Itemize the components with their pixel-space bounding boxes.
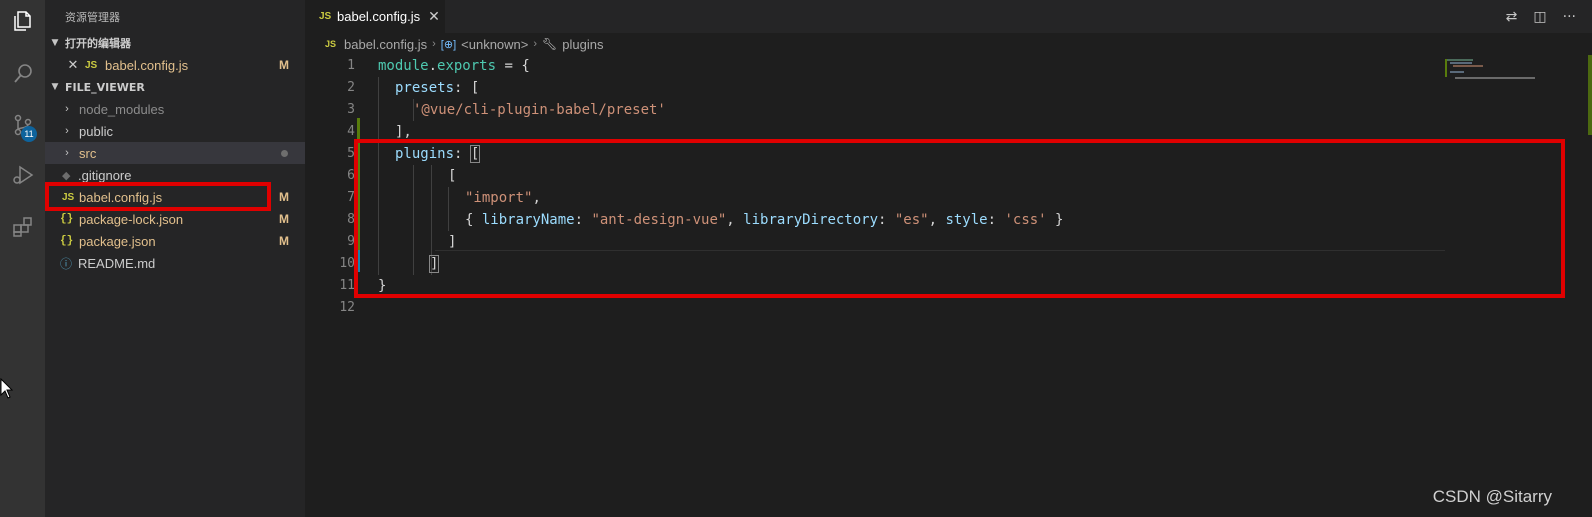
minimap-line <box>1453 65 1483 67</box>
line-number: 11 <box>339 278 355 293</box>
token: module <box>378 58 429 74</box>
token: exports <box>437 58 497 74</box>
explorer-sidebar: 资源管理器 ▼ 打开的编辑器 ✕ JS babel.config.js M ▼ … <box>45 0 305 517</box>
watermark: CSDN @Sitarry <box>1432 487 1552 506</box>
line-number: 12 <box>339 300 355 315</box>
tab-babel-config[interactable]: JS babel.config.js ✕ <box>305 0 445 33</box>
code-line-3: '@vue/cli-plugin-babel/preset' <box>413 99 666 121</box>
open-editors-header[interactable]: ▼ 打开的编辑器 <box>45 32 305 54</box>
overview-ruler <box>1588 55 1592 135</box>
explorer-icon[interactable] <box>0 2 45 40</box>
tree-item-readme[interactable]: ⓘ README.md <box>45 252 305 274</box>
open-editor-item[interactable]: ✕ JS babel.config.js M <box>45 54 305 76</box>
chevron-down-icon: ▼ <box>51 38 59 48</box>
line-number: 6 <box>347 168 355 183</box>
tree-item-src[interactable]: › src <box>45 142 305 164</box>
minimap[interactable] <box>1445 55 1560 85</box>
tree-item-label: package.json <box>79 233 156 249</box>
close-icon[interactable]: ✕ <box>428 8 440 25</box>
line-number: 4 <box>347 124 355 139</box>
module-icon: [⊕] <box>440 38 457 51</box>
tab-bar: JS babel.config.js ✕ ⇄ ◫ ··· <box>305 0 1592 33</box>
info-icon: ⓘ <box>60 256 73 271</box>
tree-item-node-modules[interactable]: › node_modules <box>45 98 305 120</box>
split-editor-icon[interactable]: ◫ <box>1533 9 1546 25</box>
modified-status: M <box>279 58 289 72</box>
mouse-cursor-icon <box>0 378 14 399</box>
scm-badge: 11 <box>21 126 37 142</box>
modified-status: M <box>279 234 289 248</box>
js-file-icon: JS <box>325 39 337 49</box>
minimap-line <box>1455 77 1535 79</box>
extensions-icon[interactable] <box>0 208 45 246</box>
project-header[interactable]: ▼ FILE_VIEWER <box>45 76 305 98</box>
chevron-right-icon: › <box>432 38 436 50</box>
json-file-icon: {} <box>60 213 74 225</box>
tree-item-label: .gitignore <box>78 167 132 183</box>
tree-item-label: node_modules <box>79 101 165 117</box>
chevron-right-icon: › <box>65 147 69 159</box>
code-line-2: presets: [ <box>395 77 479 99</box>
token: . <box>428 58 438 74</box>
chevron-right-icon: › <box>65 125 69 137</box>
open-changes-icon[interactable]: ⇄ <box>1506 9 1518 25</box>
git-file-icon: ◆ <box>62 169 71 182</box>
open-editor-label: babel.config.js <box>105 57 189 73</box>
line-number: 10 <box>339 256 355 271</box>
wrench-icon: 🔧︎ <box>542 37 558 51</box>
highlight-box-code <box>354 139 1565 298</box>
token: : [ <box>454 80 480 96</box>
search-icon[interactable] <box>0 54 45 92</box>
tree-item-label: src <box>79 145 97 161</box>
tree-item-label: README.md <box>78 255 156 271</box>
line-number: 7 <box>347 190 355 205</box>
line-number: 9 <box>347 234 355 249</box>
highlight-box-file <box>45 182 271 211</box>
breadcrumb-item[interactable]: babel.config.js <box>344 37 427 52</box>
code-line-1: module.exports = { <box>378 55 530 77</box>
minimap-line <box>1450 71 1464 73</box>
source-control-icon[interactable]: 11 <box>0 106 45 144</box>
line-number: 5 <box>347 146 355 161</box>
token: ], <box>395 124 412 140</box>
breadcrumb: JS babel.config.js › [⊕] <unknown> › 🔧︎ … <box>325 35 603 53</box>
run-debug-icon[interactable] <box>0 156 45 194</box>
breadcrumb-item[interactable]: plugins <box>562 37 603 52</box>
git-change-bar <box>357 118 360 140</box>
line-number: 1 <box>347 58 355 73</box>
token: '@vue/cli-plugin-babel/preset' <box>413 102 666 118</box>
open-editors-heading: 打开的编辑器 <box>65 37 131 50</box>
line-number: 8 <box>347 212 355 227</box>
tree-item-package-lock[interactable]: {} package-lock.json M <box>45 208 305 230</box>
line-number: 2 <box>347 80 355 95</box>
more-actions-icon[interactable]: ··· <box>1563 9 1576 25</box>
js-file-icon: JS <box>319 11 332 22</box>
activity-bar: 11 <box>0 0 45 517</box>
modified-status: M <box>279 190 289 204</box>
modified-dot <box>281 149 288 157</box>
token: presets <box>395 80 455 96</box>
tree-item-label: package-lock.json <box>79 211 184 227</box>
tree-item-public[interactable]: › public <box>45 120 305 142</box>
tab-label: babel.config.js <box>337 9 421 24</box>
tree-item-label: public <box>79 123 113 139</box>
js-file-icon: JS <box>85 59 98 71</box>
chevron-right-icon: › <box>65 103 69 115</box>
sidebar-title: 资源管理器 <box>65 11 120 24</box>
chevron-down-icon: ▼ <box>51 82 59 92</box>
breadcrumb-item[interactable]: <unknown> <box>461 37 528 52</box>
chevron-right-icon: › <box>533 38 538 50</box>
json-file-icon: {} <box>60 235 74 247</box>
minimap-line <box>1450 62 1472 64</box>
token: = { <box>496 58 530 74</box>
editor-actions: ⇄ ◫ ··· <box>1506 0 1576 33</box>
close-icon[interactable]: ✕ <box>63 57 83 73</box>
line-number: 3 <box>347 102 355 117</box>
minimap-line <box>1447 59 1473 61</box>
minimap-git-bar <box>1445 59 1447 77</box>
tree-item-package-json[interactable]: {} package.json M <box>45 230 305 252</box>
project-heading: FILE_VIEWER <box>65 80 145 94</box>
modified-status: M <box>279 212 289 226</box>
